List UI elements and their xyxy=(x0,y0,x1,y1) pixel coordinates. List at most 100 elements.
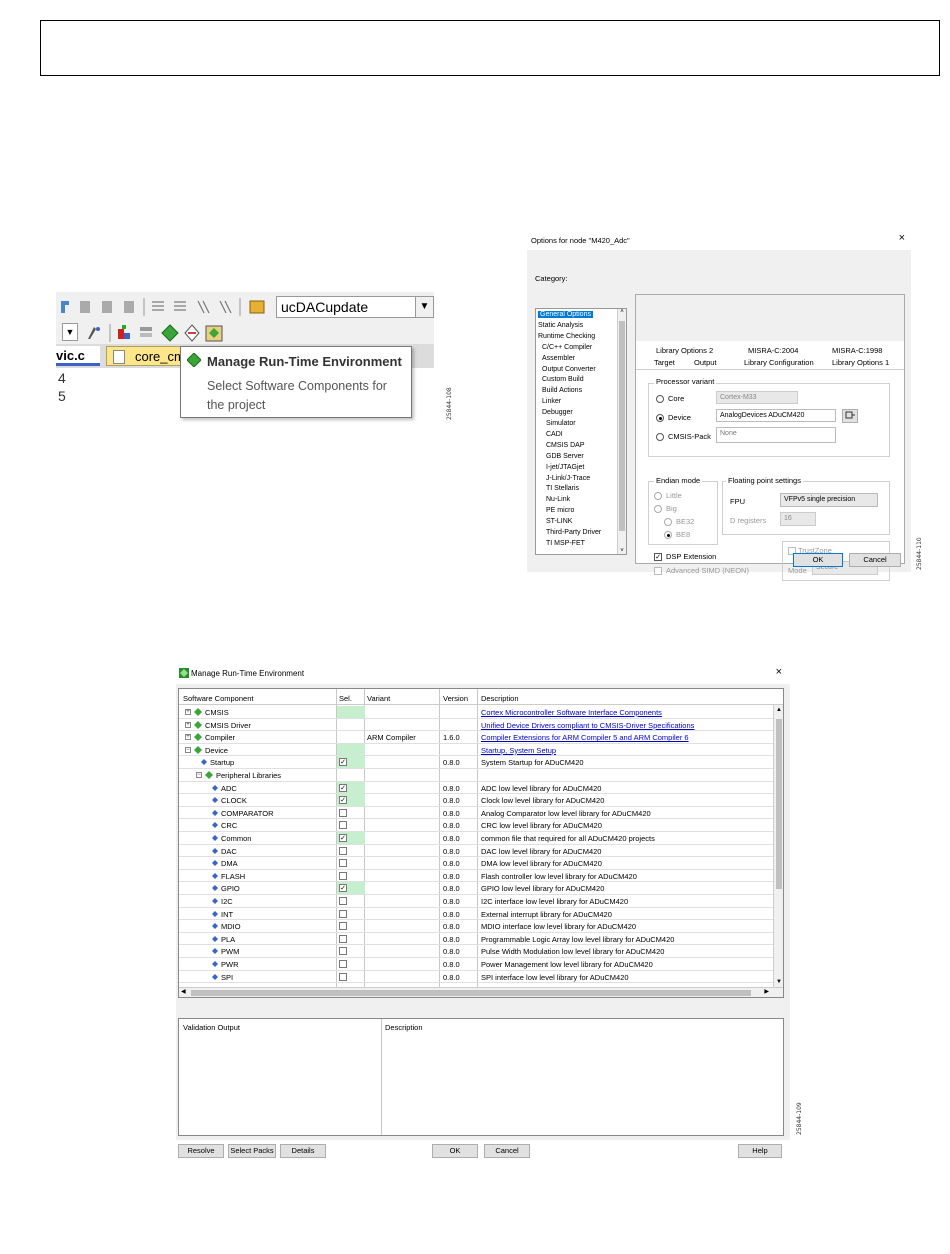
tab-option[interactable]: Library Options 2 xyxy=(656,346,713,355)
select-checkbox[interactable]: ✓ xyxy=(339,796,347,805)
chevron-down-icon[interactable]: ▼ xyxy=(415,297,433,317)
tab-option[interactable]: Output xyxy=(694,358,717,367)
select-checkbox[interactable] xyxy=(339,846,347,855)
select-checkbox[interactable] xyxy=(339,808,347,817)
table-row[interactable]: ✓ Startup 0.8.0 System Startup for ADuCM420 xyxy=(179,756,773,769)
close-icon[interactable]: × xyxy=(899,232,905,244)
expand-icon[interactable]: + xyxy=(185,734,191,741)
little-radio[interactable] xyxy=(654,492,662,500)
select-checkbox[interactable]: ✓ xyxy=(339,783,347,792)
table-row[interactable]: PLA 0.8.0 Programmable Logic Array low lev… xyxy=(179,933,773,946)
select-checkbox[interactable] xyxy=(339,947,347,956)
resolve-button[interactable]: Resolve xyxy=(178,1144,224,1158)
table-row[interactable]: DAC 0.8.0 DAC low level library for ADuCM4… xyxy=(179,845,773,858)
category-item[interactable]: Third-Party Driver xyxy=(546,529,601,536)
table-row[interactable]: − Device Startup, System Setup xyxy=(179,743,773,757)
category-item[interactable]: TI MSP-FET xyxy=(546,540,585,547)
scrollbar-thumb[interactable] xyxy=(776,719,782,889)
select-checkbox[interactable] xyxy=(339,960,347,968)
cancel-button[interactable]: Cancel xyxy=(484,1144,530,1158)
column-header[interactable]: Description xyxy=(481,694,519,703)
chevron-down-icon[interactable]: ▼ xyxy=(774,979,784,985)
category-item[interactable]: PE micro xyxy=(546,507,574,514)
dsp-extension-checkbox[interactable]: ✓ xyxy=(654,553,662,561)
column-header[interactable]: Variant xyxy=(367,694,390,703)
category-item[interactable]: Build Actions xyxy=(542,387,582,394)
category-item[interactable]: Simulator xyxy=(546,420,576,427)
category-item[interactable]: General Options xyxy=(538,311,593,318)
scrollbar-thumb[interactable] xyxy=(619,321,625,531)
table-row[interactable]: PWM 0.8.0 Pulse Width Modulation low level… xyxy=(179,945,773,958)
tab-option[interactable]: Library Options 1 xyxy=(832,358,889,367)
category-item[interactable]: Linker xyxy=(542,398,561,405)
collapse-icon[interactable]: − xyxy=(196,772,202,778)
category-list[interactable]: ˄ ˅ General Options Static Analysis Runtim… xyxy=(535,308,627,555)
table-row[interactable]: CRC 0.8.0 CRC low level library for ADuCM4… xyxy=(179,819,773,832)
target-combo[interactable]: ucDACupdate ▼ xyxy=(276,296,434,318)
core-select[interactable]: Cortex-M33 xyxy=(716,391,798,404)
table-row[interactable]: SPI 0.8.0 SPI interface low level library … xyxy=(179,971,773,984)
category-item[interactable]: Runtime Checking xyxy=(538,333,595,340)
column-header[interactable]: Software Component xyxy=(183,694,253,703)
cell-desc[interactable]: Compiler Extensions for ARM Compiler 5 a… xyxy=(481,733,689,742)
table-row[interactable]: FLASH 0.8.0 Flash controller low level lib… xyxy=(179,870,773,883)
select-checkbox[interactable] xyxy=(339,972,347,981)
component-table[interactable]: Software Component Sel. Variant Version … xyxy=(178,688,784,998)
chevron-left-icon[interactable]: ◀ xyxy=(181,988,186,995)
expand-icon[interactable]: + xyxy=(185,709,191,715)
category-item[interactable]: TI Stellaris xyxy=(546,485,579,492)
fpu-select[interactable]: VFPv5 single precision xyxy=(780,493,878,507)
core-radio[interactable] xyxy=(656,395,664,403)
select-checkbox[interactable] xyxy=(339,922,347,931)
cancel-button[interactable]: Cancel xyxy=(849,553,901,567)
cell-desc[interactable]: Unified Device Drivers compliant to CMSI… xyxy=(481,721,694,730)
select-checkbox[interactable]: ✓ xyxy=(339,834,347,842)
chevron-up-icon[interactable]: ˄ xyxy=(618,309,626,315)
category-item[interactable]: Debugger xyxy=(542,409,573,416)
table-row[interactable]: COMPARATOR 0.8.0 Analog Comparator low lev… xyxy=(179,807,773,820)
select-checkbox[interactable] xyxy=(339,934,347,943)
expand-icon[interactable]: + xyxy=(185,721,191,728)
toolbar-icons-row1[interactable] xyxy=(58,297,268,317)
tab-core-cm[interactable]: core_cm xyxy=(106,346,186,366)
chevron-down-icon[interactable]: ▼ xyxy=(62,323,78,341)
category-item[interactable]: Custom Build xyxy=(542,376,584,383)
category-item[interactable]: Static Analysis xyxy=(538,322,583,329)
device-radio[interactable] xyxy=(656,414,664,422)
tab-option[interactable]: Library Configuration xyxy=(744,358,814,367)
be32-radio[interactable] xyxy=(664,518,672,526)
table-row[interactable]: ✓ GPIO 0.8.0 GPIO low level library for ADu… xyxy=(179,882,773,895)
category-item[interactable]: I-jet/JTAGjet xyxy=(546,464,584,471)
select-checkbox[interactable] xyxy=(339,859,347,868)
horizontal-scrollbar[interactable]: ◀ ▶ xyxy=(179,987,783,997)
device-field[interactable]: AnalogDevices ADuCM420 xyxy=(716,409,836,422)
select-checkbox[interactable] xyxy=(339,909,347,918)
select-checkbox[interactable]: ✓ xyxy=(339,884,347,893)
ok-button[interactable]: OK xyxy=(432,1144,478,1158)
table-row[interactable]: PWR 0.8.0 Power Management low level libra… xyxy=(179,958,773,971)
table-row[interactable]: ✓ CLOCK 0.8.0 Clock low level library for A… xyxy=(179,794,773,807)
table-row[interactable]: ✓ ADC 0.8.0 ADC low level library for ADuCM… xyxy=(179,781,773,795)
cmsis-pack-field[interactable]: None xyxy=(716,427,836,443)
cmsis-pack-radio[interactable] xyxy=(656,433,664,441)
be8-radio[interactable] xyxy=(664,531,672,539)
vertical-scrollbar[interactable]: ▲ ▼ xyxy=(773,705,783,987)
cell-desc[interactable]: Startup, System Setup xyxy=(481,746,556,755)
big-radio[interactable] xyxy=(654,505,662,513)
cell-desc[interactable]: Cortex Microcontroller Software Interfac… xyxy=(481,708,662,717)
select-packs-button[interactable]: Select Packs xyxy=(228,1144,276,1158)
tab-option[interactable]: Target xyxy=(650,358,679,367)
table-row[interactable]: + Compiler ARM Compiler 1.6.0 Compiler Exten… xyxy=(179,731,773,744)
collapse-icon[interactable]: − xyxy=(185,746,191,753)
column-header[interactable]: Version xyxy=(443,694,468,703)
details-button[interactable]: Details xyxy=(280,1144,326,1158)
tab-option[interactable]: MISRA-C:2004 xyxy=(748,346,798,355)
table-row[interactable]: INT 0.8.0 External interrupt library for A… xyxy=(179,908,773,921)
device-select-button[interactable] xyxy=(842,409,858,423)
category-item[interactable]: C/C++ Compiler xyxy=(542,344,592,351)
table-row[interactable]: ✓ Common 0.8.0 common file that required fo… xyxy=(179,832,773,845)
category-item[interactable]: Nu-Link xyxy=(546,496,570,503)
toolbar-icons-row2[interactable] xyxy=(84,323,234,343)
category-item[interactable]: Assembler xyxy=(542,355,575,362)
table-row[interactable]: I2C 0.8.0 I2C interface low level library … xyxy=(179,895,773,908)
